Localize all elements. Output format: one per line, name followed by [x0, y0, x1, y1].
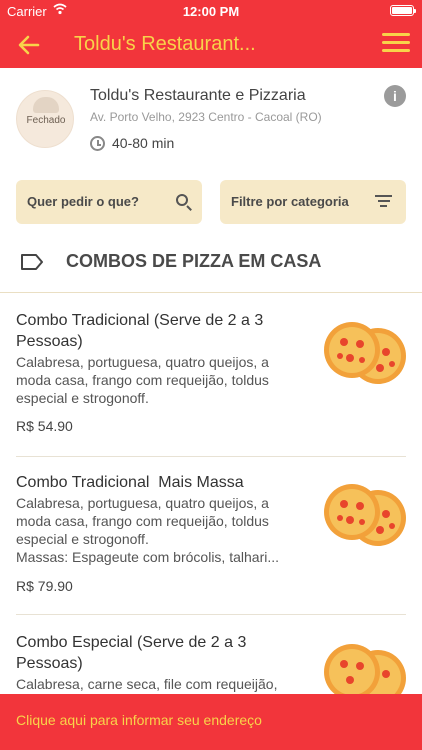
product-name: Combo Tradicional (Serve de 2 a 3 Pessoa…: [16, 312, 264, 350]
restaurant-header: Fechado Toldu's Restaurante e Pizzaria A…: [0, 68, 422, 178]
product-description: Calabresa, carne seca, file com requeijã…: [16, 676, 278, 692]
product-description-extra: Massas: Espageute com brócolis, talhari.…: [16, 549, 280, 565]
status-time: 12:00 PM: [182, 4, 240, 19]
product-price: R$ 79.90: [16, 578, 73, 594]
navigation-bar: Toldu's Restaurant...: [0, 22, 422, 68]
product-divider: [16, 456, 406, 457]
section-title: COMBOS DE PIZZA EM CASA: [66, 251, 322, 271]
product-name: Combo Tradicional Mais Massa: [16, 474, 244, 491]
address-prompt-bar[interactable]: Clique aqui para informar seu endereço: [0, 694, 422, 750]
product-description: Calabresa, portuguesa, quatro queijos, a…: [16, 354, 269, 406]
filter-icon: [375, 195, 392, 209]
product-price: R$ 54.90: [16, 418, 73, 434]
restaurant-status: Fechado: [26, 115, 66, 126]
hamburger-menu-icon[interactable]: [382, 33, 410, 57]
category-filter-button[interactable]: Filtre por categoria: [220, 180, 406, 224]
page-title: Toldu's Restaurant...: [74, 33, 256, 55]
pizza-image: [324, 644, 406, 694]
product-item[interactable]: Combo Tradicional Mais Massa Calabresa, …: [0, 472, 422, 612]
chef-hat-icon: [33, 97, 59, 113]
search-placeholder: Quer pedir o que?: [27, 194, 139, 209]
battery-icon: [390, 5, 416, 16]
restaurant-logo: Fechado: [16, 90, 74, 148]
clock-icon: [90, 136, 105, 151]
product-item[interactable]: Combo Tradicional (Serve de 2 a 3 Pessoa…: [0, 310, 422, 450]
product-divider: [16, 614, 406, 615]
status-bar: Carrier 12:00 PM: [0, 0, 422, 22]
delivery-time: 40-80 min: [112, 135, 175, 151]
product-item[interactable]: Combo Especial (Serve de 2 a 3 Pessoas) …: [0, 632, 422, 694]
section-divider: [0, 292, 422, 293]
search-icon: [176, 194, 188, 206]
product-name: Combo Especial (Serve de 2 a 3 Pessoas): [16, 634, 247, 672]
tag-icon: [21, 254, 43, 270]
pizza-image: [324, 322, 406, 384]
search-input[interactable]: Quer pedir o que?: [16, 180, 202, 224]
back-arrow-icon[interactable]: [16, 32, 42, 58]
pizza-image: [324, 484, 406, 546]
restaurant-address: Av. Porto Velho, 2923 Centro - Cacoal (R…: [90, 110, 322, 124]
restaurant-name: Toldu's Restaurante e Pizzaria: [90, 87, 306, 104]
category-filter-label: Filtre por categoria: [231, 194, 349, 209]
product-description: Calabresa, portuguesa, quatro queijos, a…: [16, 495, 269, 547]
info-icon[interactable]: i: [384, 85, 406, 107]
section-header: COMBOS DE PIZZA EM CASA: [0, 240, 422, 284]
address-prompt-text: Clique aqui para informar seu endereço: [16, 712, 262, 728]
